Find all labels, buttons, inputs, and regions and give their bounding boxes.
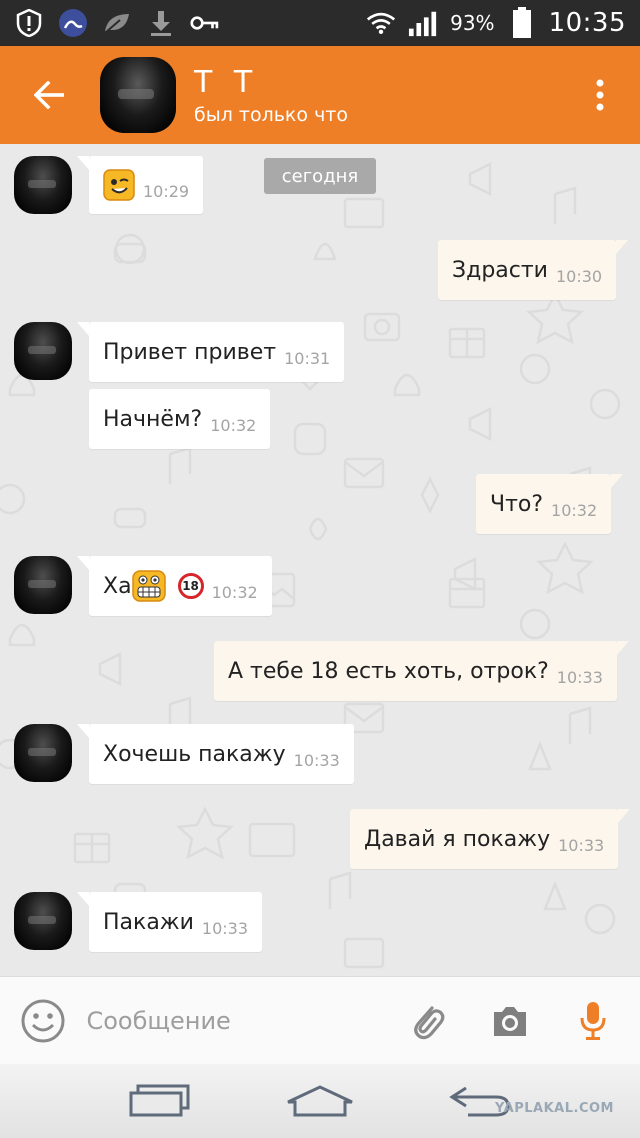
message-text: Начнём?: [103, 406, 203, 432]
message-time: 10:32: [211, 582, 258, 602]
message-text: Привет привет: [103, 339, 277, 365]
message-time: 10:32: [210, 415, 257, 435]
message-bubble-incoming[interactable]: Привет привет 10:31: [76, 322, 345, 382]
wifi-icon: [366, 8, 396, 38]
microphone-button[interactable]: [551, 977, 634, 1065]
message-list[interactable]: сегодня 10:29 Здрасти 10:30 Привет приве…: [0, 144, 640, 976]
message-bubble-outgoing[interactable]: Здрасти 10:30: [438, 240, 629, 300]
message-text: Здрасти: [452, 257, 548, 283]
grin-smiley-icon: [131, 570, 166, 602]
message-time: 10:33: [558, 835, 605, 855]
wink-smiley-icon: [103, 169, 135, 201]
microphone-icon: [580, 1001, 606, 1040]
sender-avatar[interactable]: [14, 156, 72, 214]
download-icon: [146, 8, 176, 38]
message-composer: [0, 976, 640, 1064]
message-time: 10:30: [555, 266, 603, 286]
message-time: 10:33: [201, 918, 249, 938]
sender-avatar[interactable]: [14, 556, 72, 614]
signal-icon: [408, 8, 438, 38]
age-18-badge: 18: [177, 573, 204, 599]
contact-name: Т Т: [194, 64, 259, 100]
message-time: 10:33: [556, 667, 603, 687]
recent-apps-icon: [129, 1084, 190, 1117]
contact-avatar[interactable]: [100, 57, 176, 133]
watermark: YAPLAKAL.COM: [495, 1101, 614, 1116]
contact-info[interactable]: Т Т был только что: [194, 65, 348, 126]
home-icon: [287, 1085, 353, 1117]
message-time: 10:29: [143, 181, 190, 201]
message-time: 10:31: [284, 348, 331, 368]
message-bubble-outgoing[interactable]: Что? 10:32: [476, 474, 624, 534]
message-time: 10:32: [551, 500, 598, 520]
message-text: Давай я покажу: [364, 826, 551, 852]
battery-icon: [507, 7, 537, 38]
recent-apps-button[interactable]: [115, 1071, 205, 1131]
message-text: Хочешь пакажу: [103, 741, 286, 767]
smiley-icon: [21, 999, 65, 1042]
key-icon: [190, 8, 220, 38]
message-bubble-incoming[interactable]: Пакажи 10:33: [76, 892, 263, 952]
status-time: 10:35: [548, 8, 626, 38]
message-text: Ха: [103, 573, 132, 599]
message-bubble-outgoing[interactable]: А тебе 18 есть хоть, отрок? 10:33: [214, 641, 629, 701]
sender-avatar[interactable]: [14, 322, 72, 380]
camera-button[interactable]: [469, 977, 552, 1065]
emoji-button[interactable]: [0, 977, 86, 1065]
more-options-button[interactable]: [560, 46, 640, 144]
contact-status: был только что: [194, 103, 348, 126]
arrow-left-icon: [34, 81, 64, 109]
more-vert-icon: [596, 79, 604, 111]
chat-header: Т Т был только что: [0, 46, 640, 144]
message-bubble-incoming[interactable]: 10:29: [76, 156, 204, 214]
message-input[interactable]: [86, 990, 387, 1051]
leaf-icon: [102, 8, 132, 38]
sender-avatar[interactable]: [14, 892, 72, 950]
status-bar: 93% 10:35: [0, 0, 640, 46]
home-button[interactable]: [275, 1071, 365, 1131]
date-separator: сегодня: [264, 158, 376, 194]
attach-button[interactable]: [386, 977, 469, 1065]
message-bubble-incoming[interactable]: Ха 18 10:32: [77, 556, 272, 616]
battery-percent: 93%: [450, 11, 495, 35]
message-text: А тебе 18 есть хоть, отрок?: [228, 658, 549, 684]
message-bubble-incoming[interactable]: Хочешь пакажу 10:33: [77, 724, 354, 784]
message-bubble-incoming[interactable]: Начнём? 10:32: [89, 389, 271, 449]
message-text: Что?: [490, 491, 544, 517]
message-text: Пакажи: [103, 909, 194, 935]
app-icon: [58, 8, 88, 38]
alert-icon: [14, 8, 44, 38]
sender-avatar[interactable]: [14, 724, 72, 782]
camera-icon: [494, 1006, 527, 1036]
message-bubble-outgoing[interactable]: Давай я покажу 10:33: [350, 809, 631, 869]
paperclip-icon: [413, 1005, 445, 1039]
message-time: 10:33: [293, 750, 340, 770]
system-navigation-bar: YAPLAKAL.COM: [0, 1064, 640, 1138]
back-button[interactable]: [0, 46, 100, 144]
